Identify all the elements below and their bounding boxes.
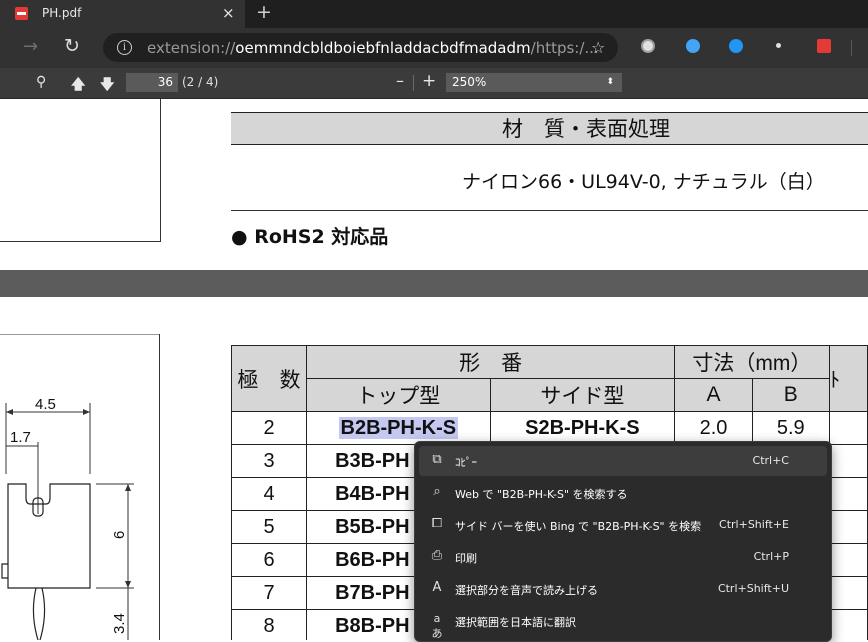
- cell-side: S2B-PH-K-S: [489, 411, 676, 445]
- back-icon[interactable]: →: [23, 36, 38, 57]
- section-band: [0, 270, 868, 297]
- toolbar-separator: [851, 40, 852, 56]
- site-info-icon[interactable]: i: [117, 40, 132, 55]
- extension-pdf-icon[interactable]: [817, 39, 831, 53]
- menu-item-print[interactable]: ⎙ 印刷 Ctrl+P: [419, 542, 827, 572]
- material-header: 材 質・表面処理: [231, 112, 868, 145]
- drawing-frame-top: [0, 99, 161, 242]
- search-icon[interactable]: ⚲: [36, 74, 46, 90]
- header-side-type: サイド型: [489, 378, 676, 412]
- extension-icon-1[interactable]: [641, 39, 655, 53]
- cell-poles: 4: [230, 477, 308, 511]
- zoom-out-button[interactable]: –: [396, 71, 404, 90]
- tab-title: PH.pdf: [42, 6, 82, 20]
- page-number-input[interactable]: 36: [126, 73, 178, 92]
- menu-item-translate[interactable]: aあ 選択範囲を日本語に翻訳: [419, 606, 827, 640]
- extension-icon-3[interactable]: [729, 39, 743, 53]
- zoom-in-button[interactable]: +: [422, 71, 436, 91]
- cell-poles: 7: [230, 576, 308, 610]
- header-model: 形 番: [306, 345, 676, 379]
- header-poles: 極 数: [230, 345, 308, 412]
- print-icon: ⎙: [431, 548, 443, 563]
- cell-a: 2.0: [674, 411, 753, 445]
- header-b: B: [751, 378, 830, 412]
- zoom-dropdown-icon: ⬍: [606, 77, 614, 87]
- cell-b: 5.9: [751, 411, 830, 445]
- search-icon: ⌕: [433, 484, 441, 499]
- next-page-icon[interactable]: 🡇: [100, 74, 114, 98]
- dim-1-7-label: 1.7: [10, 429, 31, 446]
- cell-poles: 6: [230, 543, 308, 577]
- previous-page-icon[interactable]: 🡅: [71, 74, 85, 98]
- url-text[interactable]: extension://oemmndcbldboiebfnladdacbdfma…: [147, 39, 599, 57]
- cell-poles: 5: [230, 510, 308, 544]
- header-extra: ﾄ: [828, 345, 868, 412]
- header-top-type: トップ型: [306, 378, 491, 412]
- context-menu: ⧉ ｺﾋﾟｰ Ctrl+C ⌕ Web で "B2B-PH-K-S" を検索する…: [414, 441, 832, 642]
- dim-4-5-label: 4.5: [35, 396, 56, 413]
- cell-poles: 3: [230, 444, 308, 478]
- tab-strip: PH.pdf × +: [0, 0, 868, 28]
- table-row: 2 B2B-PH-K-S S2B-PH-K-S 2.0 5.9: [230, 411, 868, 445]
- material-value: ナイロン66・UL94V-0, ナチュラル（白）: [462, 171, 825, 193]
- new-tab-button[interactable]: +: [256, 1, 272, 23]
- extension-icon-4[interactable]: [776, 43, 781, 48]
- menu-item-web-search[interactable]: ⌕ Web で "B2B-PH-K-S" を検索する: [419, 478, 827, 508]
- zoom-value: 250%: [452, 75, 487, 89]
- connector-drawing: 4.5 1.7 6 3.4: [0, 334, 160, 640]
- tab-close-icon[interactable]: ×: [222, 4, 235, 22]
- zoom-select[interactable]: 250% ⬍: [446, 73, 622, 92]
- material-divider: [231, 210, 868, 211]
- pdf-toolbar: ⚲ 🡅 🡇 36 (2 / 4) – + 250% ⬍: [0, 68, 868, 99]
- reload-icon[interactable]: ↻: [64, 35, 80, 57]
- omnibox[interactable]: i extension://oemmndcbldboiebfnladdacbdf…: [103, 33, 618, 62]
- pdf-icon: [15, 7, 28, 20]
- extension-icon-2[interactable]: [686, 39, 700, 53]
- header-dims: 寸法（mm）: [674, 345, 830, 379]
- rohs-note: ● RoHS2 対応品: [231, 226, 389, 248]
- read-aloud-icon: A: [432, 580, 442, 595]
- address-bar: → ↻ i extension://oemmndcbldboiebfnladda…: [0, 28, 868, 68]
- translate-icon: aあ: [431, 612, 443, 640]
- page-count: (2 / 4): [182, 75, 219, 89]
- dim-3-4-label: 3.4: [111, 613, 128, 634]
- cell-top[interactable]: B2B-PH-K-S: [306, 411, 491, 445]
- selected-text[interactable]: B2B-PH-K-S: [338, 416, 459, 439]
- cell-poles: 2: [230, 411, 308, 445]
- sidebar-search-icon: ⧠: [431, 516, 443, 531]
- dim-6-label: 6: [111, 531, 128, 539]
- menu-item-read-aloud[interactable]: A 選択部分を音声で読み上げる Ctrl+Shift+U: [419, 574, 827, 604]
- menu-item-sidebar-search[interactable]: ⧠ サイド バーを使い Bing で "B2B-PH-K-S" を検索 Ctrl…: [419, 510, 827, 540]
- add-favorite-icon[interactable]: ☆: [591, 38, 605, 57]
- tab-pdf[interactable]: PH.pdf ×: [0, 0, 245, 28]
- zoom-divider: [413, 75, 414, 91]
- menu-item-copy[interactable]: ⧉ ｺﾋﾟｰ Ctrl+C: [419, 446, 827, 476]
- header-a: A: [674, 378, 753, 412]
- copy-icon: ⧉: [432, 452, 442, 467]
- cell-extra: [828, 411, 868, 445]
- cell-poles: 8: [230, 609, 308, 640]
